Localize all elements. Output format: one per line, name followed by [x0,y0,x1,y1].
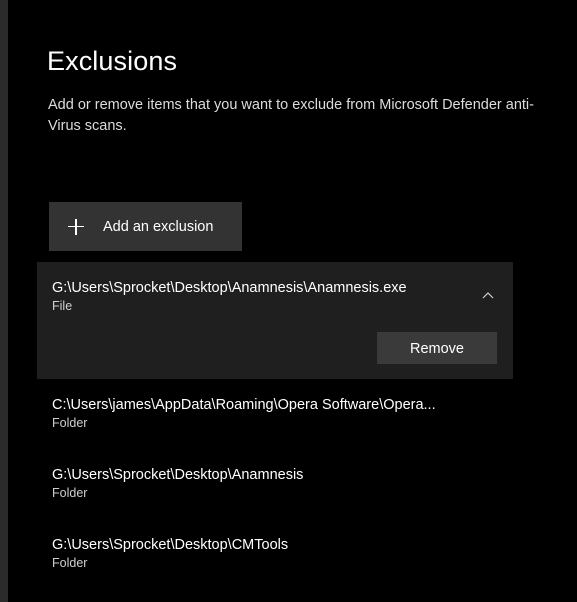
exclusion-type: Folder [52,416,88,430]
page-description: Add or remove items that you want to exc… [48,97,534,134]
page-title: Exclusions [47,46,178,76]
plus-icon [68,218,84,235]
navigation-edge [0,0,8,602]
exclusion-item-expanded[interactable]: G:\Users\Sprocket\Desktop\Anamnesis\Anam… [37,262,513,379]
chevron-up-icon[interactable] [482,289,494,301]
remove-button[interactable]: Remove [377,332,497,364]
exclusion-path: G:\Users\Sprocket\Desktop\CMTools [52,537,289,553]
exclusion-item[interactable]: G:\Users\Sprocket\Desktop\CMTools Folder [52,537,492,570]
exclusion-path: C:\Users\james\AppData\Roaming\Opera Sof… [52,397,436,413]
exclusion-type: File [52,299,73,313]
exclusion-item[interactable]: C:\Users\james\AppData\Roaming\Opera Sof… [52,397,492,430]
exclusion-type: Folder [52,556,88,570]
exclusion-type: Folder [52,486,88,500]
exclusion-path: G:\Users\Sprocket\Desktop\Anamnesis [52,467,304,483]
exclusion-path: G:\Users\Sprocket\Desktop\Anamnesis\Anam… [52,280,407,296]
exclusion-item-text: G:\Users\Sprocket\Desktop\Anamnesis\Anam… [52,280,407,313]
exclusion-item[interactable]: G:\Users\Sprocket\Desktop\Anamnesis Fold… [52,467,492,500]
add-exclusion-label: Add an exclusion [103,218,214,235]
exclusions-page: Exclusions Add or remove items that you … [0,0,577,602]
add-exclusion-button[interactable]: Add an exclusion [49,202,242,251]
